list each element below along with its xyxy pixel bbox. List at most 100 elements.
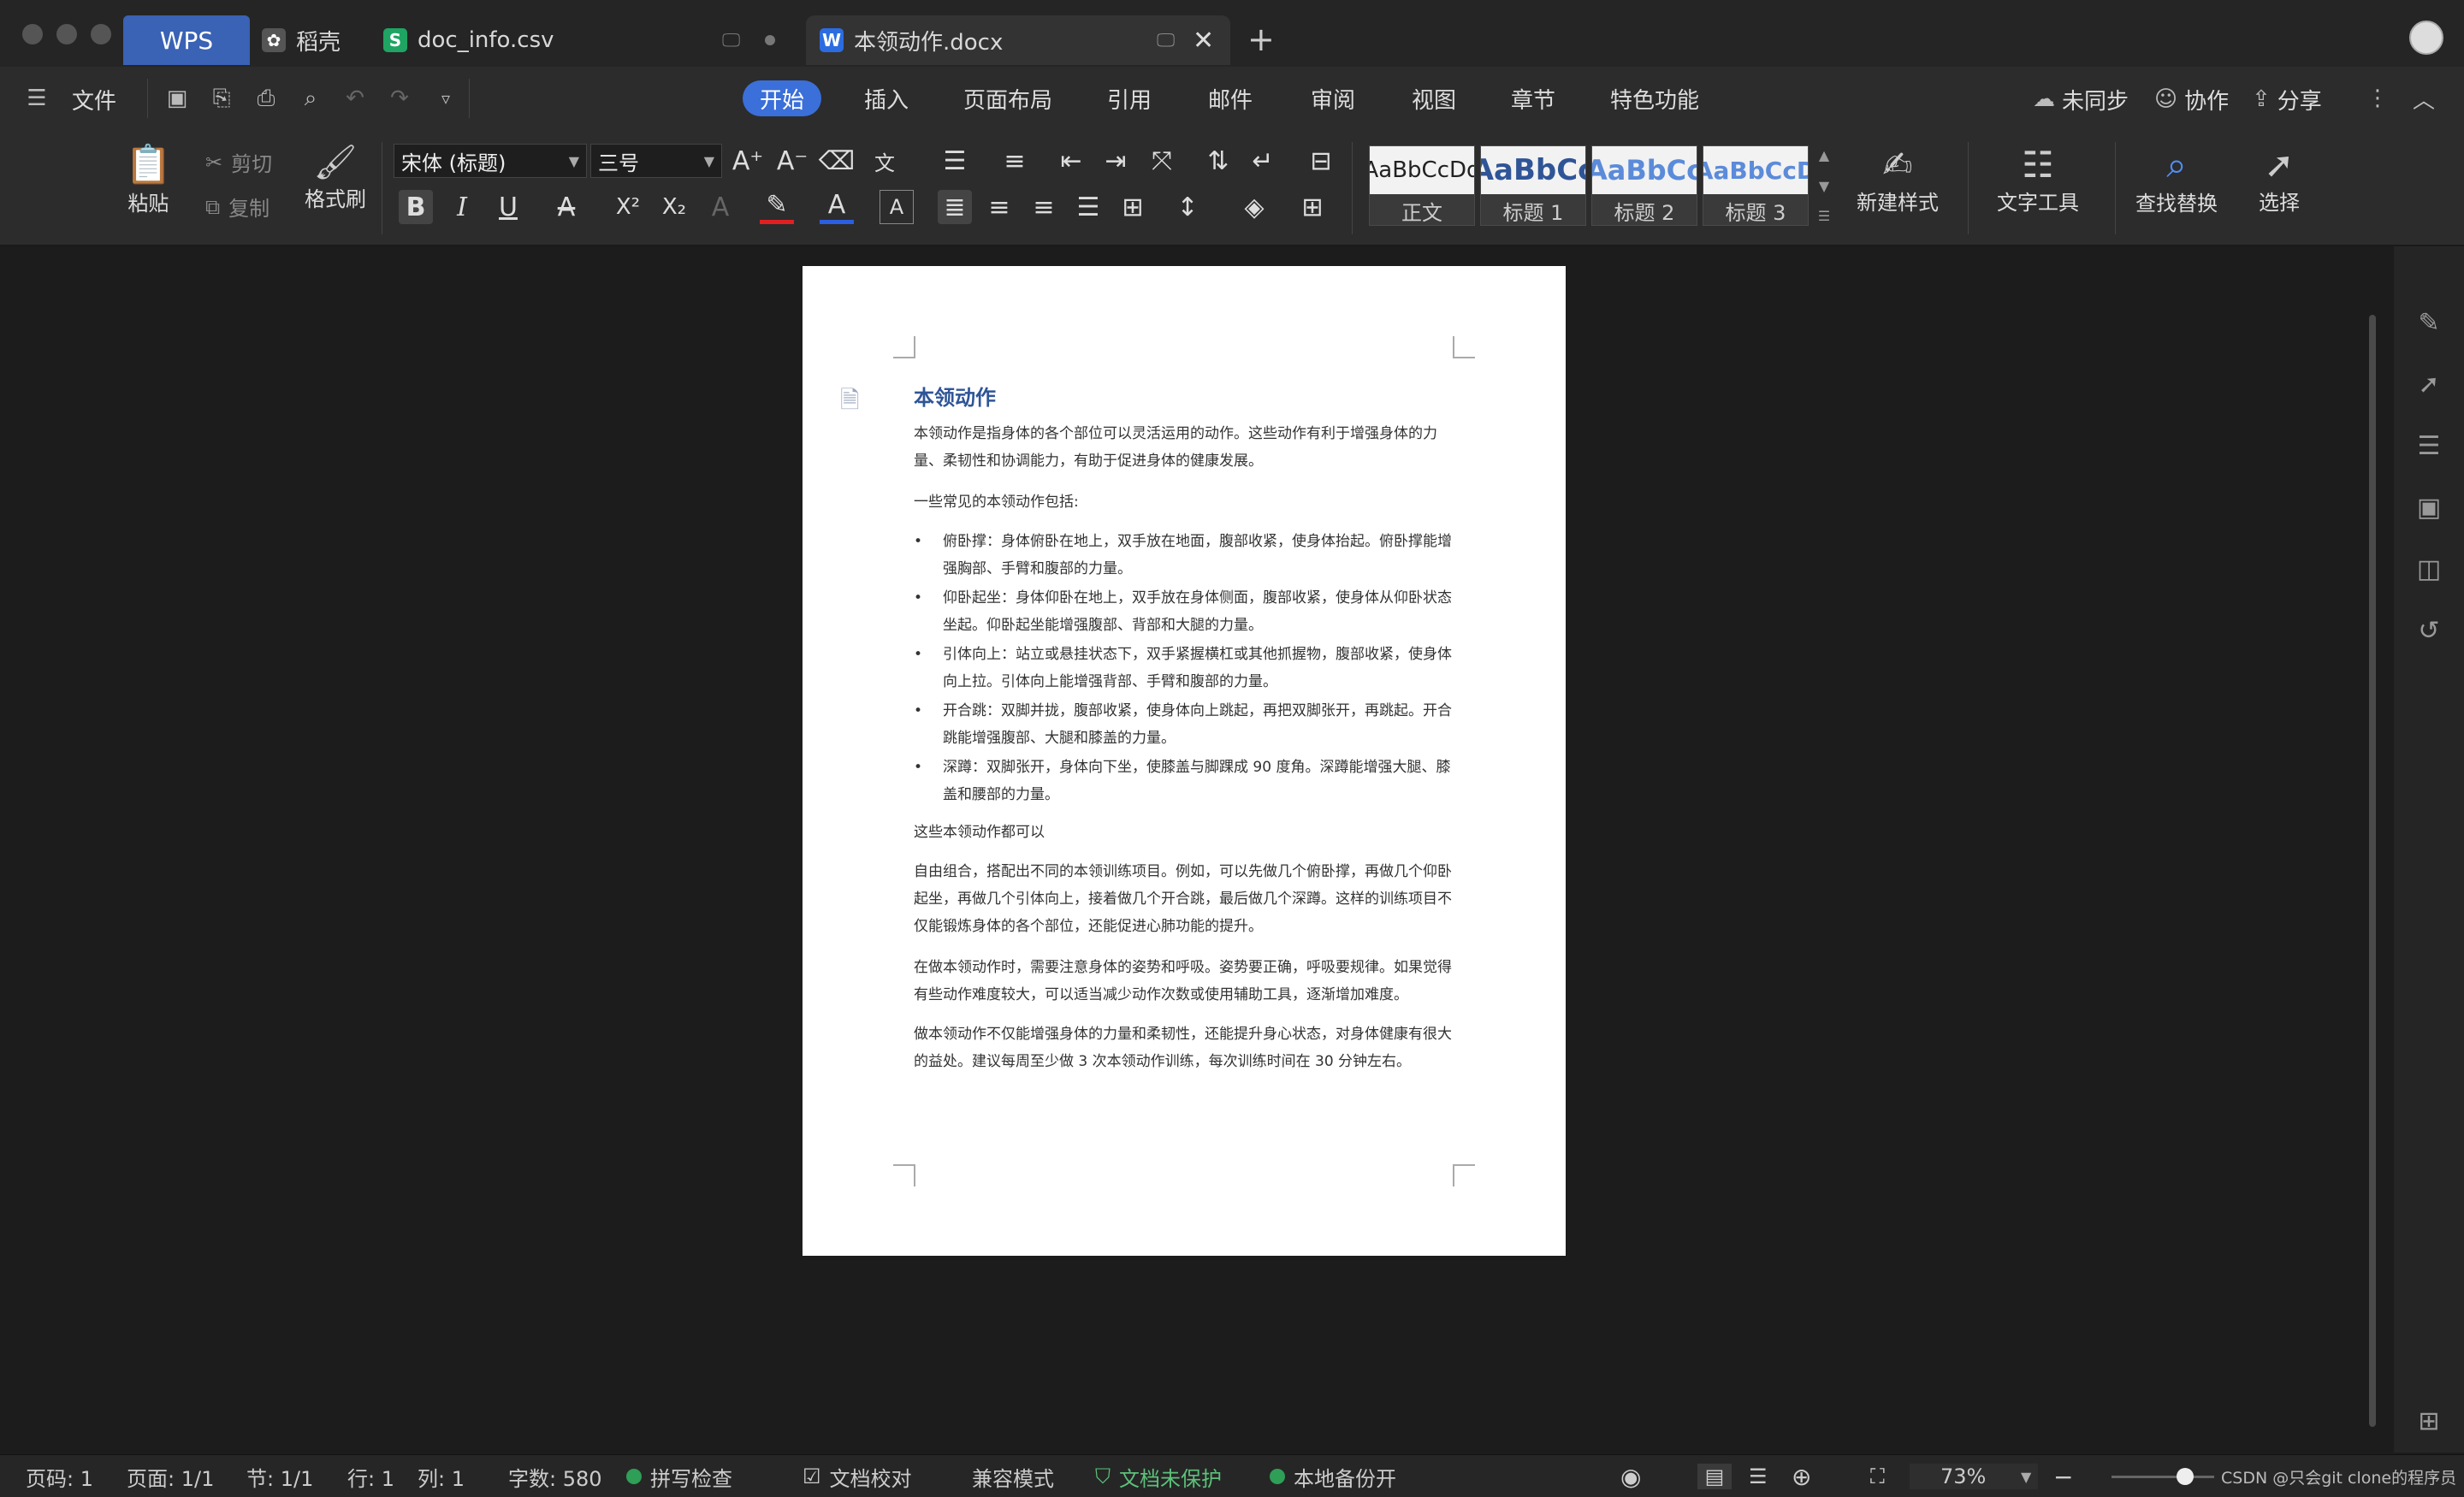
print-icon[interactable]: ⎙ (252, 84, 281, 113)
new-style-button[interactable]: ✍ 新建样式 (1857, 144, 1939, 216)
customize-toolbar-icon[interactable]: ▿ (431, 84, 460, 113)
doc-paragraph[interactable]: 自由组合，搭配出不同的本领训练项目。例如，可以先做几个俯卧撑，再做几个仰卧起坐，… (914, 858, 1460, 940)
collapse-ribbon-icon[interactable]: ︿ (2409, 84, 2438, 114)
decrease-indent-icon[interactable]: ⇤ (1054, 144, 1088, 178)
style-heading-3[interactable]: AaBbCcD 标题 3 (1703, 145, 1809, 226)
list-item[interactable]: 俯卧撑：身体俯卧在地上，双手放在地面，腹部收紧，使身体抬起。俯卧撑能增强胸部、手… (914, 528, 1460, 584)
pen-icon[interactable]: ✎ (2413, 306, 2445, 339)
more-options-icon[interactable]: ⋮ (2363, 84, 2392, 113)
align-center-icon[interactable]: ≡ (982, 190, 1016, 224)
window-zoom-light[interactable] (91, 24, 111, 44)
strikethrough-icon[interactable]: A (549, 190, 583, 224)
superscript-icon[interactable]: X² (611, 190, 645, 224)
contact-card-icon[interactable]: ▣ (2413, 491, 2445, 524)
font-size-select[interactable]: 三号 ▼ (590, 144, 722, 178)
cut-button[interactable]: ✂ 剪切 (205, 147, 272, 177)
tab-special-features[interactable]: 特色功能 (1593, 80, 1716, 116)
page-view-icon[interactable]: ▤ (1697, 1464, 1732, 1489)
vertical-scrollbar[interactable] (2366, 255, 2378, 1441)
print-preview-icon[interactable]: ⌕ (296, 84, 325, 113)
char-border-icon[interactable]: A (880, 190, 914, 224)
justify-icon[interactable]: ☰ (1071, 190, 1105, 224)
tab-review[interactable]: 审阅 (1294, 80, 1372, 116)
zoom-select[interactable]: 73% ▼ (1910, 1464, 2038, 1489)
protection-status[interactable]: ⛉ 文档未保护 (1095, 1464, 1222, 1491)
doc-paragraph[interactable]: 这些本领动作都可以 (914, 819, 1460, 846)
zoom-slider[interactable] (2112, 1468, 2214, 1485)
local-backup-toggle[interactable]: 本地备份开 (1270, 1464, 1396, 1491)
align-right-icon[interactable]: ≡ (1027, 190, 1061, 224)
style-gallery-scroll[interactable]: ▲ ▼ ☰ (1814, 147, 1834, 224)
web-view-icon[interactable]: ⊕ (1792, 1463, 1811, 1491)
doc-heading[interactable]: 本领动作 (914, 381, 996, 411)
font-name-select[interactable]: 宋体 (标题) ▼ (394, 144, 587, 178)
tab-references[interactable]: 引用 (1090, 80, 1169, 116)
column-indicator[interactable]: 列: 1 (418, 1464, 465, 1491)
proofread-button[interactable]: ☑ 文档校对 (803, 1464, 912, 1491)
share-button[interactable]: ⇪ 分享 (2252, 82, 2322, 116)
doc-paragraph[interactable]: 本领动作是指身体的各个部位可以灵活运用的动作。这些动作有利于增强身体的力量、柔韧… (914, 420, 1460, 475)
tab-page-layout[interactable]: 页面布局 (946, 80, 1069, 116)
spell-check-toggle[interactable]: 拼写检查 (626, 1464, 732, 1491)
increase-indent-icon[interactable]: ⇥ (1099, 144, 1133, 178)
undo-icon[interactable]: ↶ (341, 84, 370, 113)
page-count[interactable]: 页面: 1/1 (127, 1464, 214, 1491)
select-button[interactable]: ➚ 选择 (2259, 144, 2300, 216)
chinese-layout-icon[interactable]: ⤧ (1145, 144, 1179, 178)
hamburger-menu-icon[interactable]: ☰ (22, 84, 51, 113)
line-spacing-icon[interactable]: ↕ (1170, 190, 1205, 224)
window-minimize-light[interactable] (56, 24, 77, 44)
format-painter-button[interactable]: 🖌 格式刷 (305, 142, 366, 212)
eye-protection-icon[interactable]: ◉ (1620, 1463, 1641, 1491)
table-layout-icon[interactable]: ⊟ (1304, 144, 1338, 178)
fit-page-icon[interactable]: ⛶ (1870, 1464, 1885, 1489)
subscript-icon[interactable]: X₂ (657, 190, 691, 224)
paragraph-handle-icon[interactable]: 🗎 (840, 382, 860, 423)
underline-icon[interactable]: U (491, 190, 525, 224)
file-menu[interactable]: 文件 (72, 82, 116, 116)
borders-icon[interactable]: ⊞ (1295, 190, 1330, 224)
history-icon[interactable]: ↺ (2413, 614, 2445, 647)
text-tools-button[interactable]: ☷ 文字工具 (1997, 144, 2079, 216)
clear-format-icon[interactable]: ⌫ (819, 144, 855, 178)
list-item[interactable]: 深蹲：双脚张开，身体向下坐，使膝盖与脚踝成 90 度角。深蹲能增强大腿、膝盖和腰… (914, 754, 1460, 810)
tab-view[interactable]: 视图 (1395, 80, 1473, 116)
expand-gallery-icon[interactable]: ☰ (1818, 208, 1830, 224)
tab-chapter[interactable]: 章节 (1494, 80, 1573, 116)
save-icon[interactable]: ▣ (163, 84, 192, 113)
style-heading-2[interactable]: AaBbCc 标题 2 (1591, 145, 1697, 226)
scrollbar-thumb[interactable] (2369, 315, 2376, 1427)
cursor-icon[interactable]: ➚ (2413, 368, 2445, 400)
zoom-out-icon[interactable]: − (2053, 1463, 2073, 1491)
redo-icon[interactable]: ↷ (385, 84, 414, 113)
shading-icon[interactable]: ◈ (1237, 190, 1271, 224)
image-edit-icon[interactable]: ◫ (2413, 553, 2445, 585)
outline-view-icon[interactable]: ☰ (1749, 1464, 1768, 1489)
style-heading-1[interactable]: AaBbCc 标题 1 (1480, 145, 1586, 226)
distributed-icon[interactable]: ⊞ (1116, 190, 1150, 224)
chevron-down-icon[interactable]: ▼ (1819, 178, 1829, 194)
chevron-up-icon[interactable]: ▲ (1819, 147, 1829, 163)
list-item[interactable]: 引体向上：站立或悬挂状态下，双手紧握横杠或其他抓握物，腹部收紧，使身体向上拉。引… (914, 641, 1460, 697)
bold-icon[interactable]: B (399, 190, 433, 224)
word-count[interactable]: 字数: 580 (508, 1464, 602, 1491)
doc-paragraph[interactable]: 在做本领动作时，需要注意身体的姿势和呼吸。姿势要正确，呼吸要规律。如果觉得有些动… (914, 954, 1460, 1009)
bullet-list-icon[interactable]: ☰ (938, 144, 972, 178)
font-color-icon[interactable]: A (820, 190, 854, 224)
export-pdf-icon[interactable]: ⎘ (207, 84, 236, 113)
apps-grid-icon[interactable]: ⊞ (2413, 1405, 2445, 1437)
italic-icon[interactable]: I (445, 190, 479, 224)
row-indicator[interactable]: 行: 1 (347, 1464, 394, 1491)
highlight-icon[interactable]: ✎ (760, 190, 794, 224)
new-tab-icon[interactable]: + (1247, 21, 1275, 58)
doc-paragraph[interactable]: 做本领动作不仅能增强身体的力量和柔韧性，还能提升身心状态，对身体健康有很大的益处… (914, 1021, 1460, 1075)
sync-status-button[interactable]: ☁ 未同步 (2033, 82, 2129, 116)
settings-sliders-icon[interactable]: ☰ (2413, 429, 2445, 462)
tab-document-active[interactable]: W 本领动作.docx 🖵 ✕ (806, 15, 1230, 65)
sort-icon[interactable]: ⇅ (1201, 144, 1235, 178)
list-item[interactable]: 开合跳：双脚并拢，腹部收紧，使身体向上跳起，再把双脚张开，再跳起。开合跳能增强腹… (914, 697, 1460, 754)
doc-paragraph[interactable]: 一些常见的本领动作包括: (914, 488, 1460, 516)
copy-button[interactable]: ⧉ 复制 (205, 192, 270, 222)
phonetic-guide-icon[interactable]: 文 (868, 144, 902, 178)
show-marks-icon[interactable]: ↵ (1246, 144, 1280, 178)
